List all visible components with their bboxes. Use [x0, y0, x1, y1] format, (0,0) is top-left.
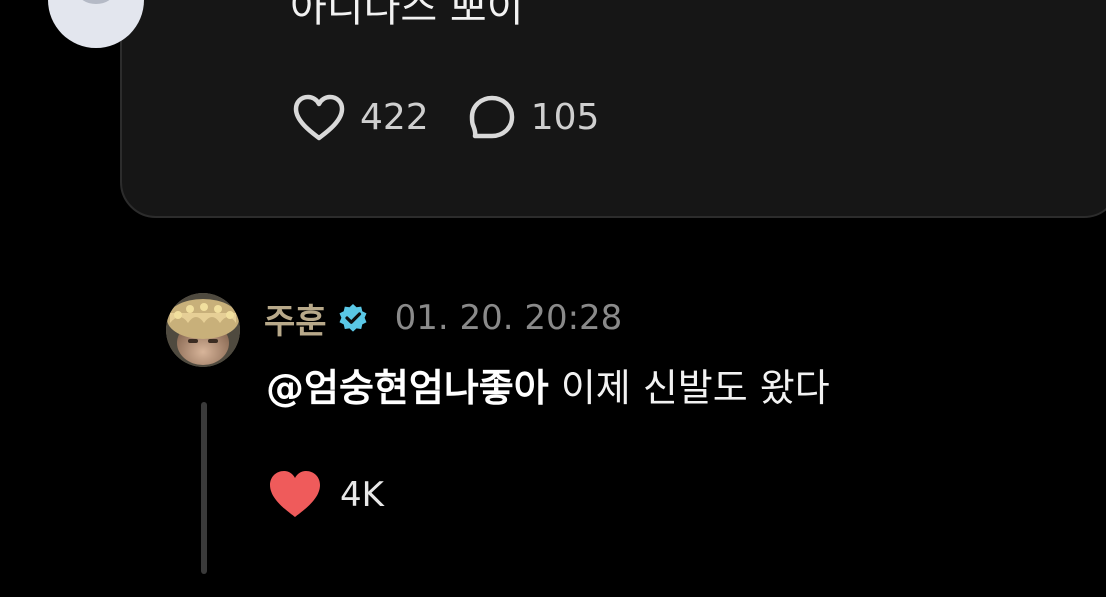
- avatar-photo: [166, 293, 240, 367]
- comment-bubble-icon: [469, 95, 514, 139]
- reply-like-count: 4K: [340, 475, 384, 515]
- reply-text: 이제 신발도 왔다: [548, 366, 830, 410]
- thread-view: 아디다스 뽀이 422 105 주훈 01. 20. 20:28 @엄숭현엄나좋…: [0, 0, 1106, 597]
- reply-header: 주훈 01. 20. 20:28: [264, 294, 622, 342]
- heart-outline-icon: [293, 94, 345, 141]
- like-button[interactable]: 422: [292, 94, 429, 142]
- like-count: 422: [360, 97, 429, 138]
- verified-badge-icon: [339, 304, 367, 332]
- timestamp: 01. 20. 20:28: [394, 298, 623, 338]
- post-text: 아디다스 뽀이: [290, 0, 524, 31]
- reply-body: @엄숭현엄나좋아 이제 신발도 왔다: [266, 360, 830, 416]
- mention-link[interactable]: @엄숭현엄나좋아: [266, 366, 549, 410]
- reply-button[interactable]: 105: [467, 94, 600, 142]
- thread-line: [201, 402, 207, 574]
- heart-filled-icon: [270, 471, 320, 517]
- post-actions: 422 105: [292, 94, 637, 142]
- avatar[interactable]: [166, 293, 240, 367]
- reply-count: 105: [530, 97, 600, 138]
- username[interactable]: 주훈: [264, 294, 327, 343]
- reply-like-button[interactable]: 4K: [268, 470, 384, 520]
- post-card[interactable]: 아디다스 뽀이 422 105: [120, 0, 1106, 218]
